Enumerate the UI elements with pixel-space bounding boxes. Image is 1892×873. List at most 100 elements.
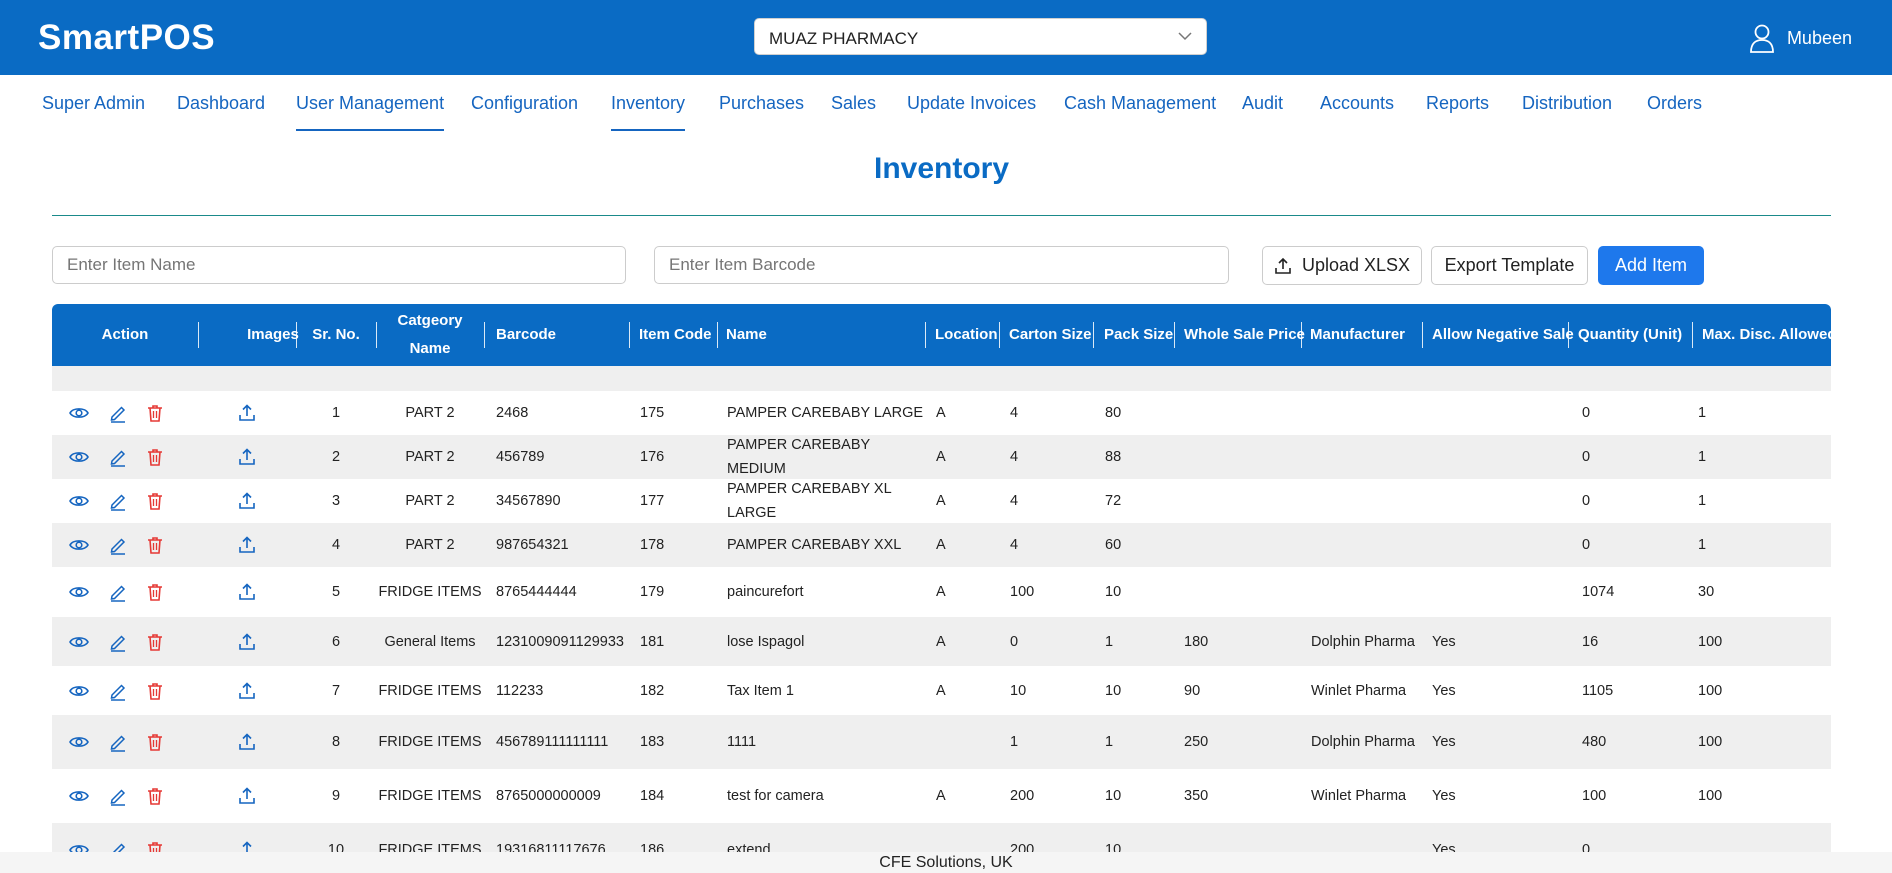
view-eye-icon[interactable] bbox=[69, 632, 89, 652]
view-eye-icon[interactable] bbox=[69, 786, 89, 806]
edit-pencil-icon[interactable] bbox=[108, 786, 128, 806]
header-location: Location bbox=[935, 326, 998, 343]
cell-location: A bbox=[936, 449, 946, 465]
edit-pencil-icon[interactable] bbox=[108, 681, 128, 701]
item-barcode-input[interactable] bbox=[654, 246, 1229, 284]
cell-name: PAMPER CAREBABY LARGE bbox=[727, 405, 924, 421]
upload-image-icon[interactable] bbox=[237, 632, 257, 652]
header-name: Name bbox=[726, 326, 767, 343]
nav-cash-management[interactable]: Cash Management bbox=[1064, 93, 1216, 131]
upload-image-icon[interactable] bbox=[237, 491, 257, 511]
cell-sr-no: 8 bbox=[331, 734, 341, 750]
upload-image-icon[interactable] bbox=[237, 403, 257, 423]
upload-image-icon[interactable] bbox=[237, 535, 257, 555]
cell-barcode: 34567890 bbox=[496, 493, 561, 509]
upload-icon bbox=[1275, 257, 1291, 274]
nav-sales[interactable]: Sales bbox=[831, 93, 876, 131]
cell-item-code: 184 bbox=[640, 788, 665, 804]
header-quantity: Quantity (Unit) bbox=[1578, 326, 1683, 343]
view-eye-icon[interactable] bbox=[69, 681, 89, 701]
item-name-input[interactable] bbox=[52, 246, 626, 284]
cell-wholesale-price bbox=[1184, 523, 1299, 567]
edit-pencil-icon[interactable] bbox=[108, 447, 128, 467]
header-barcode: Barcode bbox=[496, 326, 557, 343]
header-divider bbox=[925, 322, 926, 348]
cell-wholesale-price: 250 bbox=[1184, 734, 1209, 750]
edit-pencil-icon[interactable] bbox=[108, 582, 128, 602]
edit-pencil-icon[interactable] bbox=[108, 732, 128, 752]
nav-super-admin[interactable]: Super Admin bbox=[42, 93, 145, 131]
cell-barcode: 987654321 bbox=[496, 537, 569, 553]
cell-carton-size: 10 bbox=[1010, 682, 1027, 699]
cell-name: paincurefort bbox=[727, 584, 804, 600]
nav-purchases[interactable]: Purchases bbox=[719, 93, 804, 131]
cell-location: A bbox=[936, 682, 946, 699]
table-row: 5 FRIDGE ITEMS 8765444444 179 paincurefort A 1… bbox=[52, 567, 1831, 617]
cell-max-discount: 1 bbox=[1698, 537, 1707, 553]
cell-quantity: 100 bbox=[1582, 788, 1607, 804]
cell-item-code: 176 bbox=[640, 449, 665, 465]
nav-reports[interactable]: Reports bbox=[1426, 93, 1489, 131]
view-eye-icon[interactable] bbox=[69, 582, 89, 602]
upload-image-icon[interactable] bbox=[237, 840, 257, 852]
nav-update-invoices[interactable]: Update Invoices bbox=[907, 93, 1036, 131]
cell-quantity: 0 bbox=[1582, 493, 1591, 509]
view-eye-icon[interactable] bbox=[69, 403, 89, 423]
cell-allow-negative-sale: Yes bbox=[1432, 734, 1456, 750]
edit-pencil-icon[interactable] bbox=[108, 840, 128, 852]
delete-trash-icon[interactable] bbox=[145, 491, 165, 511]
view-eye-icon[interactable] bbox=[69, 535, 89, 555]
delete-trash-icon[interactable] bbox=[145, 786, 165, 806]
cell-name: 1111 bbox=[727, 734, 757, 750]
cell-name: lose Ispagol bbox=[727, 633, 805, 650]
nav-configuration[interactable]: Configuration bbox=[471, 93, 578, 131]
cell-name: PAMPER CAREBABY XL LARGE bbox=[727, 481, 892, 521]
delete-trash-icon[interactable] bbox=[145, 681, 165, 701]
delete-trash-icon[interactable] bbox=[145, 447, 165, 467]
brand-logo[interactable]: SmartPOS bbox=[38, 18, 215, 58]
nav-inventory[interactable]: Inventory bbox=[611, 93, 686, 131]
nav-distribution[interactable]: Distribution bbox=[1522, 93, 1612, 131]
upload-image-icon[interactable] bbox=[237, 732, 257, 752]
cell-category: PART 2 bbox=[405, 405, 455, 421]
cell-manufacturer bbox=[1311, 523, 1421, 567]
nav-user-management[interactable]: User Management bbox=[296, 93, 445, 131]
delete-trash-icon[interactable] bbox=[145, 632, 165, 652]
cell-quantity: 16 bbox=[1582, 633, 1599, 650]
store-select[interactable]: MUAZ PHARMACY bbox=[754, 18, 1207, 55]
export-template-button[interactable]: Export Template bbox=[1431, 246, 1588, 285]
upload-image-icon[interactable] bbox=[237, 681, 257, 701]
cell-category: FRIDGE ITEMS bbox=[378, 788, 482, 804]
table-row: 3 PART 2 34567890 177 PAMPER CAREBABY XL LAR… bbox=[52, 479, 1831, 523]
add-item-button[interactable]: Add Item bbox=[1598, 246, 1704, 285]
view-eye-icon[interactable] bbox=[69, 732, 89, 752]
edit-pencil-icon[interactable] bbox=[108, 632, 128, 652]
cell-carton-size: 4 bbox=[1010, 449, 1019, 465]
nav-accounts[interactable]: Accounts bbox=[1320, 93, 1394, 131]
cell-pack-size: 10 bbox=[1105, 682, 1122, 699]
delete-trash-icon[interactable] bbox=[145, 535, 165, 555]
delete-trash-icon[interactable] bbox=[145, 582, 165, 602]
upload-xlsx-button[interactable]: Upload XLSX bbox=[1262, 246, 1422, 285]
edit-pencil-icon[interactable] bbox=[108, 491, 128, 511]
nav-dashboard[interactable]: Dashboard bbox=[177, 93, 265, 131]
view-eye-icon[interactable] bbox=[69, 840, 89, 852]
cell-carton-size: 1 bbox=[1010, 734, 1019, 750]
view-eye-icon[interactable] bbox=[69, 491, 89, 511]
nav-orders[interactable]: Orders bbox=[1647, 93, 1702, 131]
view-eye-icon[interactable] bbox=[69, 447, 89, 467]
cell-manufacturer bbox=[1311, 567, 1421, 617]
delete-trash-icon[interactable] bbox=[145, 732, 165, 752]
edit-pencil-icon[interactable] bbox=[108, 403, 128, 423]
cell-max-discount: 100 bbox=[1698, 633, 1723, 650]
upload-image-icon[interactable] bbox=[237, 582, 257, 602]
cell-pack-size: 1 bbox=[1105, 734, 1114, 750]
edit-pencil-icon[interactable] bbox=[108, 535, 128, 555]
upload-image-icon[interactable] bbox=[237, 447, 257, 467]
cell-location: A bbox=[936, 584, 946, 600]
delete-trash-icon[interactable] bbox=[145, 840, 165, 852]
nav-audit[interactable]: Audit bbox=[1242, 93, 1283, 131]
upload-image-icon[interactable] bbox=[237, 786, 257, 806]
user-menu[interactable]: Mubeen bbox=[1749, 22, 1852, 54]
delete-trash-icon[interactable] bbox=[145, 403, 165, 423]
